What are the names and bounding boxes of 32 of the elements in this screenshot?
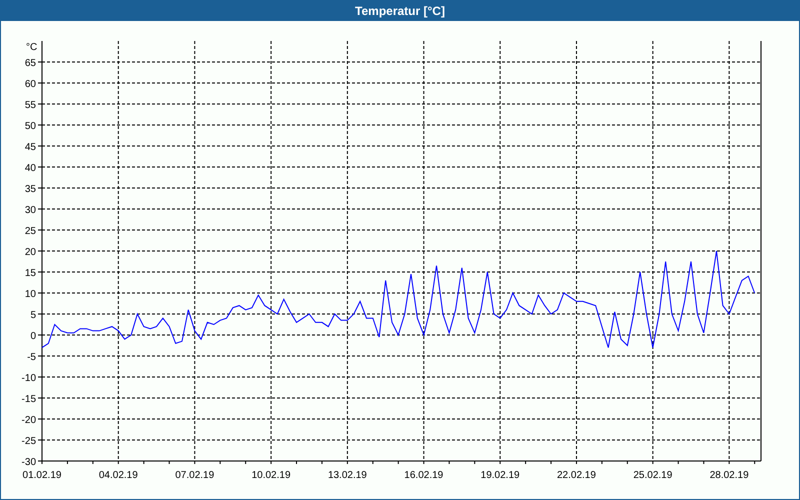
axis-label: -20 (22, 415, 36, 426)
y-axis-unit: °C (26, 42, 38, 53)
axis-label: 5 (30, 310, 36, 321)
axis-label: 01.02.19 (22, 470, 62, 481)
axis-label: 35 (24, 184, 36, 195)
axis-label: 22.02.19 (557, 470, 596, 481)
axis-label: -30 (22, 457, 36, 468)
axis-label: 65 (24, 58, 36, 69)
axis-label: 10 (24, 289, 36, 300)
axis-label: 07.02.19 (175, 470, 214, 481)
axis-label: 19.02.19 (480, 470, 520, 481)
axis-label: 0 (30, 331, 36, 342)
axis-label: 55 (24, 100, 36, 111)
axis-label: 28.02.19 (710, 470, 749, 481)
axis-label: 10.02.19 (252, 470, 291, 481)
axis-label: 50 (24, 121, 36, 132)
axis-label: 45 (24, 142, 36, 153)
axis-label: 25.02.19 (633, 470, 672, 481)
axis-label: 30 (24, 205, 36, 216)
axis-label: -15 (22, 394, 36, 405)
axis-label: 20 (24, 247, 36, 258)
axis-label: 25 (24, 226, 36, 237)
axis-label: 15 (24, 268, 36, 279)
axis-label: -5 (27, 352, 36, 363)
axis-label: 04.02.19 (98, 470, 138, 481)
axis-label: 16.02.19 (404, 470, 444, 481)
axis-label: 60 (24, 79, 36, 90)
axis-label: 40 (24, 163, 36, 174)
axis-label: -25 (22, 436, 36, 447)
axis-label: -10 (22, 373, 36, 384)
axis-label: 13.02.19 (328, 470, 367, 481)
window-title: Temperatur [°C] (355, 2, 445, 20)
